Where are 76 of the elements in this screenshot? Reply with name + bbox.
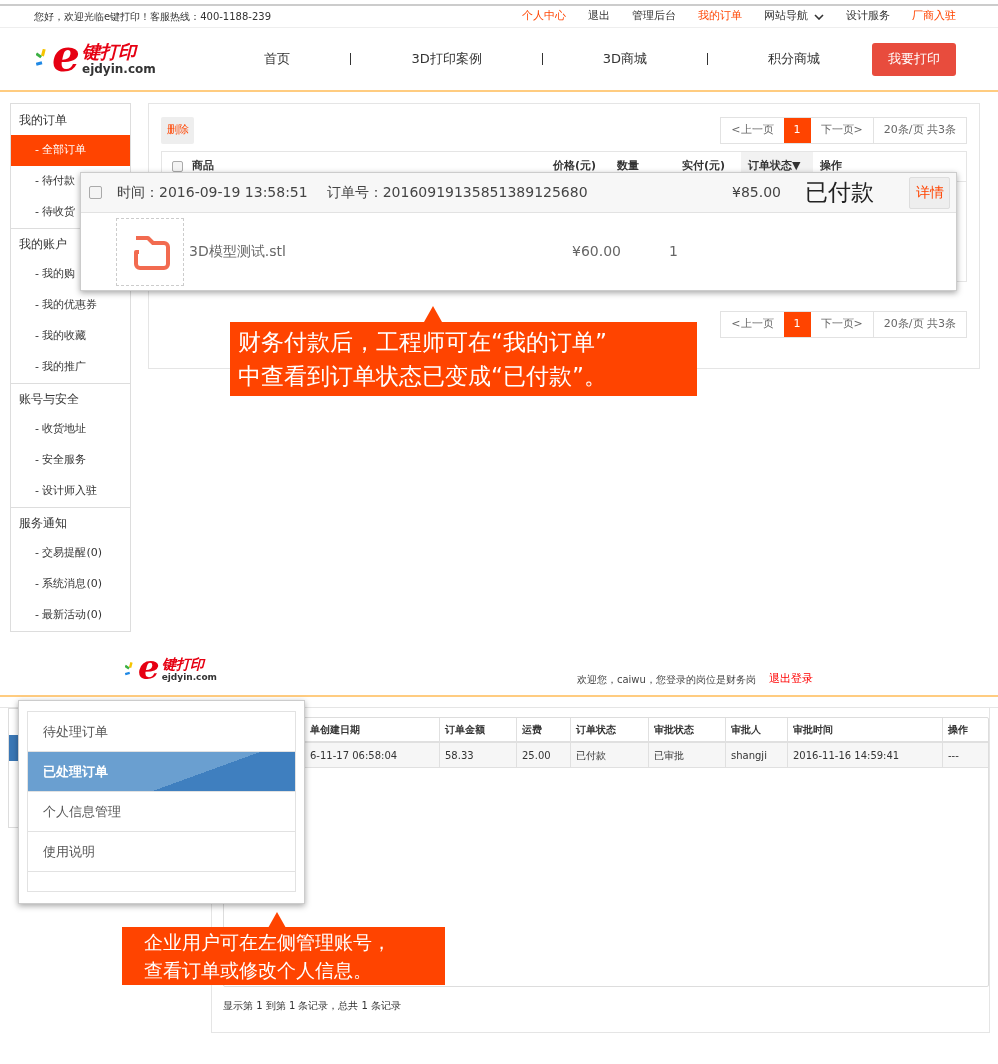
logo-domain: ejdyin.com <box>82 63 156 75</box>
menu-item[interactable]: 使用说明 <box>28 832 295 872</box>
top-link[interactable]: 退出 <box>588 8 610 25</box>
sidebar-item[interactable]: - 我的优惠券 <box>11 290 130 321</box>
table-cell: 2016-11-16 14:59:41 <box>787 743 942 767</box>
welcome-text: 欢迎您，caiwu，您登录的岗位是财务岗 <box>576 673 756 687</box>
checkbox[interactable] <box>171 161 183 172</box>
table-cell: 25.00 <box>516 743 570 767</box>
callout-text: 企业用户可在左侧管理账号， 查看订单或修改个人信息。 <box>122 927 445 985</box>
menu-item[interactable]: 个人信息管理 <box>28 792 295 832</box>
logo-domain: ejdyin.com <box>161 673 217 682</box>
top-link[interactable]: 设计服务 <box>846 8 890 25</box>
page-summary: 20条/页 共3条 <box>882 122 957 139</box>
print-button[interactable]: 我要打印 <box>872 42 956 76</box>
order-number: 订单号：20160919135851389125680 <box>326 183 588 202</box>
sidebar-group-title: 账号与安全 <box>11 383 130 414</box>
next-page-button[interactable]: 下一页> <box>810 312 874 337</box>
order-time: 时间：2016-09-19 13:58:51 <box>117 183 308 202</box>
top-link[interactable]: 厂商入驻 <box>912 8 956 25</box>
item-quantity: 1 <box>669 242 678 261</box>
top-link[interactable]: 我的订单 <box>698 8 742 25</box>
logout-link[interactable]: 退出登录 <box>768 671 813 688</box>
item-price: ¥60.00 <box>572 242 622 261</box>
column-header: 审批时间 <box>787 718 942 741</box>
sidebar-item[interactable]: - 我的推广 <box>11 352 130 383</box>
column-header: 实付(元) <box>682 158 727 175</box>
nav-link[interactable]: 积分商城 <box>768 49 820 69</box>
next-page-button[interactable]: 下一页> <box>810 118 874 143</box>
sidebar-group-title: 我的订单 <box>18 111 68 129</box>
previous-page-button[interactable]: <上一页 <box>721 312 784 337</box>
table-cell: 已付款 <box>570 743 648 767</box>
sidebar-item[interactable]: - 系统消息(0) <box>11 569 130 600</box>
nav-link[interactable]: 3D商城 <box>602 49 647 69</box>
sidebar-item[interactable]: - 设计师入驻 <box>11 476 130 507</box>
column-header: 订单金额 <box>439 718 516 741</box>
column-header: 单创建日期 <box>309 723 361 737</box>
sidebar-item[interactable]: - 交易提醒(0) <box>11 538 130 569</box>
order-status: 已付款 <box>805 178 874 208</box>
column-header: 操作 <box>942 718 988 741</box>
order-total: ¥85.00 <box>732 183 781 202</box>
logo-name: 键打印 <box>161 657 207 671</box>
nav-link[interactable]: 3D打印案例 <box>411 49 482 69</box>
column-header: 审批人 <box>725 718 787 741</box>
callout-text: 财务付款后，工程师可在“我的订单” 中查看到订单状态已变成“已付款”。 <box>230 322 697 396</box>
top-link[interactable]: 管理后台 <box>632 8 676 25</box>
sidebar-group-title: 服务通知 <box>11 507 130 538</box>
column-header: 运费 <box>516 718 570 741</box>
logo-name: 键打印 <box>82 43 139 61</box>
sidebar-item[interactable]: - 安全服务 <box>11 445 130 476</box>
chevron-down-icon <box>814 13 824 20</box>
page-summary: 20条/页 共3条 <box>882 316 957 333</box>
column-header: 数量 <box>617 158 640 175</box>
table-cell: --- <box>942 743 988 767</box>
checkbox[interactable] <box>89 186 102 199</box>
column-header: 价格(元) <box>553 158 598 175</box>
column-header: 审批状态 <box>648 718 725 741</box>
column-header: 商品 <box>192 158 215 175</box>
file-name: 3D模型测试.stl <box>189 242 287 261</box>
table-cell: 已审批 <box>648 743 725 767</box>
column-header: 订单状态 <box>570 718 648 741</box>
previous-page-button[interactable]: <上一页 <box>721 118 784 143</box>
records-summary: 显示第 1 到第 1 条记录，总共 1 条记录 <box>223 999 403 1013</box>
table-cell: shangji <box>725 743 787 767</box>
hotline-text: 您好，欢迎光临e键打印！客服热线：400-1188-239 <box>34 10 271 24</box>
column-header: 操作 <box>819 158 842 175</box>
selected-item-bar <box>9 735 19 761</box>
table-cell: 58.33 <box>439 743 516 767</box>
nav-link[interactable]: 首页 <box>264 49 291 69</box>
table-cell-text: 6-11-17 06:58:04 <box>309 748 399 763</box>
sidebar-item[interactable]: - 收货地址 <box>11 414 130 445</box>
logo-mark: e <box>52 34 80 78</box>
sidebar-item[interactable]: - 我的收藏 <box>11 321 130 352</box>
logo-mark: e <box>138 649 160 684</box>
top-link[interactable]: 个人中心 <box>522 8 566 25</box>
sidebar-item[interactable]: - 最新活动(0) <box>11 600 130 631</box>
top-link[interactable]: 网站导航 <box>764 8 824 25</box>
